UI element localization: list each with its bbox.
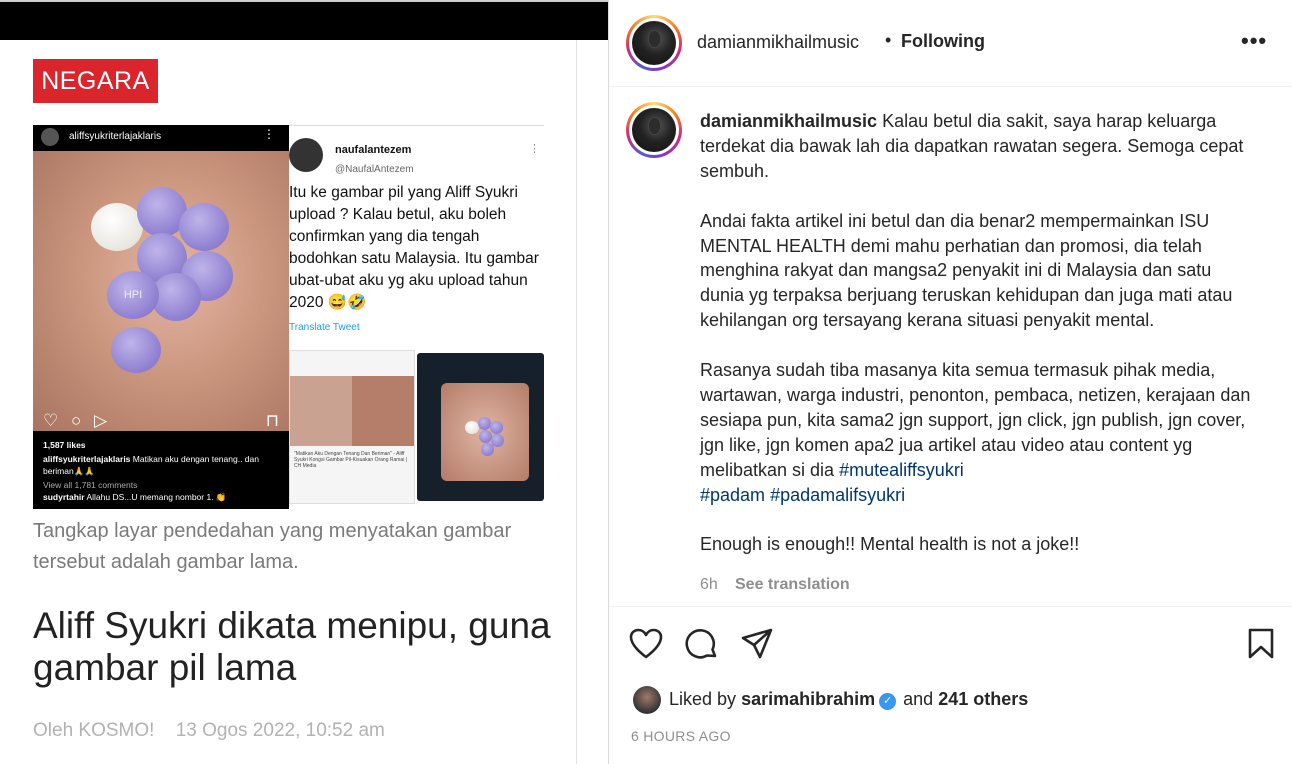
avatar — [289, 138, 323, 172]
purple-pill: HPI — [107, 271, 159, 319]
like-count: 1,587 likes — [43, 440, 86, 450]
caption-paragraph-3: Rasanya sudah tiba masanya kita semua te… — [700, 360, 1251, 480]
purple-pill — [490, 421, 503, 434]
purple-pill — [481, 443, 494, 456]
article-meta: Oleh KOSMO! 13 Ogos 2022, 10:52 am — [33, 720, 401, 742]
avatar — [41, 128, 59, 146]
post-header: damianmikhailmusic • Following ••• — [609, 0, 1292, 87]
publish-date: 13 Ogos 2022, 10:52 am — [175, 720, 385, 741]
likes-row: Liked by sarimahibrahim ✓ and 241 others — [633, 686, 1273, 714]
embedded-tweet: naufalantezem @NaufalAntezem ⋮ Itu ke ga… — [289, 125, 544, 346]
comment-username: sudyrtahir — [43, 492, 85, 502]
pills-and-face-image — [290, 376, 414, 446]
more-icon: ⋮ — [529, 143, 540, 155]
tweet-handle: @NaufalAntezem — [335, 164, 414, 175]
post-username[interactable]: damianmikhailmusic — [697, 32, 859, 53]
embedded-instagram-photo: aliffsyukriterlajaklaris ⋮ HPI ♡ ○ ▷ ⊓ 1… — [33, 125, 289, 509]
embed-photo-caption: 1,587 likes aliffsyukriterlajaklaris Mat… — [43, 439, 283, 503]
section-badge[interactable]: NEGARA — [33, 59, 158, 103]
avatar-story-ring[interactable] — [626, 15, 682, 71]
dark-tweet-screenshot — [417, 353, 544, 501]
see-translation-button[interactable]: See translation — [735, 576, 850, 594]
avatar — [632, 21, 676, 65]
caption-avatar-ring[interactable] — [626, 102, 682, 158]
caption-paragraph-4: Enough is enough!! Mental health is not … — [700, 534, 1080, 555]
embed-photo-header: aliffsyukriterlajaklaris ⋮ — [33, 125, 289, 151]
share-icon[interactable] — [740, 628, 774, 660]
divider — [576, 40, 577, 764]
post-timestamp[interactable]: 6 HOURS AGO — [631, 728, 731, 744]
article-top-bar — [0, 0, 608, 40]
and-label: and — [903, 689, 934, 709]
facebook-post-screenshot: "Matikan Aku Dengan Tenang Dan Beriman" … — [289, 350, 415, 504]
view-comments: View all 1,781 comments — [43, 480, 138, 490]
comment-icon[interactable] — [685, 628, 719, 662]
caption-username[interactable]: damianmikhailmusic — [700, 111, 877, 131]
purple-pill — [111, 327, 161, 373]
image-caption: Tangkap layar pendedahan yang menyatakan… — [33, 520, 512, 573]
share-icon: ▷ — [94, 411, 108, 430]
post-time[interactable]: 6h — [700, 576, 718, 594]
tweet-text: Itu ke gambar pil yang Aliff Syukri uplo… — [289, 184, 539, 311]
comment-text: Allahu DS...U memang nombor 1. 👏 — [86, 492, 227, 502]
hashtag-link[interactable]: #mutealiffsyukri — [839, 460, 964, 480]
others-count-link[interactable]: 241 others — [938, 689, 1028, 709]
hashtag-link[interactable]: #padam — [700, 485, 765, 505]
pills-in-hand-image: HPI — [33, 151, 289, 431]
verified-badge-icon: ✓ — [879, 693, 897, 710]
card-title: "Matikan Aku Dengan Tenang Dan Beriman" … — [294, 451, 408, 469]
embed-photo-actions: ♡ ○ ▷ ⊓ — [43, 411, 279, 431]
divider — [609, 606, 1292, 607]
embed-photo-username: aliffsyukriterlajaklaris — [69, 131, 162, 142]
caption-paragraph-2: Andai fakta artikel ini betul dan dia be… — [700, 210, 1233, 331]
caption-username: aliffsyukriterlajaklaris — [43, 454, 131, 464]
liker-username[interactable]: sarimahibrahim — [741, 689, 875, 709]
bookmark-icon[interactable] — [1247, 628, 1275, 660]
translate-tweet-link: Translate Tweet — [289, 322, 360, 333]
more-icon: ⋮ — [263, 127, 275, 141]
heart-icon: ♡ — [43, 411, 59, 430]
post-caption: damianmikhailmusic Kalau betul dia sakit… — [700, 109, 1260, 582]
article-headline[interactable]: Aliff Syukri dikata menipu, guna gambar … — [33, 605, 553, 689]
liked-by-label: Liked by — [669, 689, 737, 709]
white-pill — [465, 421, 479, 434]
hashtag-link[interactable]: #padamalifsyukri — [770, 485, 905, 505]
more-options-icon[interactable]: ••• — [1241, 28, 1267, 54]
purple-pill — [179, 203, 229, 251]
heart-icon[interactable] — [629, 628, 663, 660]
likes-summary: Liked by sarimahibrahim ✓ and 241 others — [669, 689, 1028, 710]
tweet-name: naufalantezem — [335, 144, 412, 156]
instagram-post-panel: damianmikhailmusic • Following ••• damia… — [608, 0, 1292, 764]
separator-dot: • — [885, 30, 892, 50]
byline: Oleh KOSMO! — [33, 720, 155, 741]
avatar — [632, 108, 676, 152]
pills-image — [441, 383, 529, 481]
liker-avatar[interactable] — [633, 686, 661, 714]
comment-icon: ○ — [70, 411, 82, 430]
bookmark-icon: ⊓ — [265, 411, 279, 430]
following-button[interactable]: Following — [901, 31, 985, 52]
white-pill — [91, 203, 143, 251]
